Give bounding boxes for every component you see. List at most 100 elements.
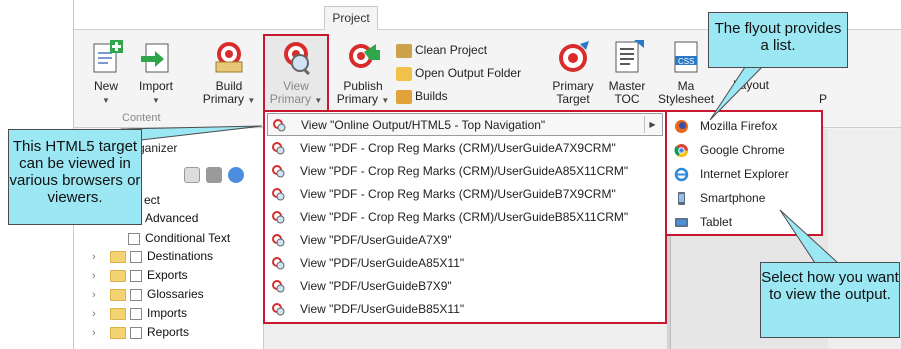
- import-button[interactable]: Import ▼: [132, 40, 180, 107]
- callout-select-output: Select how you want to view the output.: [760, 262, 900, 338]
- build-target-icon: [215, 42, 243, 73]
- tree-root[interactable]: ect: [144, 191, 160, 209]
- browser-flyout-menu: Mozilla Firefox Google Chrome Internet E…: [665, 110, 823, 236]
- clean-project-button[interactable]: Clean Project: [396, 40, 487, 60]
- master-stylesheet-button[interactable]: CSS Ma Stylesheet: [658, 40, 714, 106]
- flyout-item-label: Tablet: [700, 215, 733, 229]
- folder-icon: [110, 288, 126, 301]
- menu-item-label: View "PDF/UserGuideB85X11": [300, 302, 465, 316]
- checkbox[interactable]: [130, 288, 142, 301]
- view-primary-button[interactable]: View Primary ▼: [265, 40, 327, 107]
- flyout-item-label: Google Chrome: [700, 143, 785, 157]
- publish-primary-button[interactable]: Publish Primary ▼: [332, 40, 394, 107]
- master-toc-icon: [615, 40, 644, 73]
- view-target-icon: [272, 142, 285, 155]
- menu-item-view-pdf-crm-b85x11[interactable]: View "PDF - Crop Reg Marks (CRM)/UserGui…: [267, 206, 663, 229]
- tree-item-destinations[interactable]: › Destinations: [92, 247, 213, 265]
- open-output-folder-button[interactable]: Open Output Folder: [396, 63, 521, 83]
- primary-target-icon: [559, 41, 589, 72]
- folder-icon: [396, 66, 412, 81]
- menu-item-label: View "PDF/UserGuideA85X11": [300, 256, 465, 270]
- view-target-icon: [272, 234, 285, 247]
- tree-item-exports[interactable]: › Exports: [92, 266, 188, 284]
- chevron-right-icon[interactable]: ›: [92, 305, 104, 323]
- toolbar-refresh-icon[interactable]: [228, 167, 244, 183]
- smartphone-icon: [678, 192, 685, 205]
- flyout-item-chrome[interactable]: Google Chrome: [670, 139, 820, 162]
- chevron-right-icon[interactable]: ›: [92, 267, 104, 285]
- chevron-right-icon[interactable]: ▶: [644, 116, 660, 133]
- flyout-item-internet-explorer[interactable]: Internet Explorer: [670, 163, 820, 186]
- clean-project-label: Clean Project: [415, 43, 488, 57]
- new-label: New: [93, 79, 118, 93]
- new-document-icon: [93, 40, 123, 73]
- publish-target-icon: [349, 44, 380, 68]
- checkbox[interactable]: [130, 269, 142, 282]
- menu-item-view-pdf-crm-a85x11[interactable]: View "PDF - Crop Reg Marks (CRM)/UserGui…: [267, 160, 663, 183]
- builds-button[interactable]: Builds: [396, 86, 448, 106]
- view-target-icon: [272, 303, 285, 316]
- toolbar-settings-icon[interactable]: [206, 167, 222, 183]
- menu-item-label: View "PDF - Crop Reg Marks (CRM)/UserGui…: [300, 187, 616, 201]
- tree-item-imports[interactable]: › Imports: [92, 304, 187, 322]
- import-icon: [141, 43, 169, 73]
- new-button[interactable]: New ▼: [86, 40, 126, 107]
- flyout-item-label: Mozilla Firefox: [700, 119, 778, 133]
- checkbox[interactable]: [130, 326, 142, 339]
- chevron-right-icon[interactable]: ›: [92, 324, 104, 342]
- svg-text:CSS: CSS: [678, 57, 694, 66]
- primary-target-button[interactable]: Primary Target: [548, 40, 598, 106]
- menu-item-view-pdf-a85x11[interactable]: View "PDF/UserGuideA85X11": [267, 252, 663, 275]
- menu-item-label: View "PDF - Crop Reg Marks (CRM)/UserGui…: [300, 164, 629, 178]
- toolbar-button-icon[interactable]: [184, 167, 200, 183]
- flyout-item-firefox[interactable]: Mozilla Firefox: [670, 115, 820, 138]
- view-label-2: Primary: [269, 92, 312, 106]
- menu-item-label: View "PDF/UserGuideB7X9": [300, 279, 452, 293]
- group-label-content: Content: [122, 112, 161, 124]
- import-label: Import: [138, 79, 173, 93]
- tree-item-glossaries[interactable]: › Glossaries: [92, 285, 204, 303]
- tree-item-reports[interactable]: › Reports: [92, 323, 189, 341]
- master-stylesheet-icon: CSS: [674, 41, 698, 73]
- chevron-down-icon: ▼: [102, 96, 110, 105]
- menu-item-view-pdf-b85x11[interactable]: View "PDF/UserGuideB85X11": [267, 298, 663, 321]
- tree-item-conditional-text[interactable]: Conditional Text: [128, 229, 230, 247]
- folder-icon: [110, 269, 126, 282]
- menu-item-view-pdf-crm-a7x9[interactable]: View "PDF - Crop Reg Marks (CRM)/UserGui…: [267, 137, 663, 160]
- chevron-right-icon[interactable]: ›: [92, 286, 104, 304]
- menu-item-view-html5[interactable]: View "Online Output/HTML5 - Top Navigati…: [267, 113, 663, 136]
- menu-item-view-pdf-a7x9[interactable]: View "PDF/UserGuideA7X9": [267, 229, 663, 252]
- flyout-item-label: Internet Explorer: [700, 167, 789, 181]
- tab-project[interactable]: Project: [324, 6, 378, 31]
- build-label-2: Primary: [202, 92, 245, 106]
- publish-label-2: Primary: [336, 92, 379, 106]
- view-target-icon: [272, 188, 285, 201]
- layout-button[interactable]: Layout: [726, 79, 776, 92]
- master-toc-label-2: TOC: [614, 92, 640, 106]
- firefox-icon: [675, 120, 688, 133]
- checkbox[interactable]: [128, 232, 140, 245]
- menu-item-view-pdf-b7x9[interactable]: View "PDF/UserGuideB7X9": [267, 275, 663, 298]
- callout-flyout-provides-list: The flyout provides a list.: [708, 12, 848, 68]
- chevron-right-icon[interactable]: ›: [92, 248, 104, 266]
- view-target-icon: [272, 165, 285, 178]
- callout-html5-target: This HTML5 target can be viewed in vario…: [8, 129, 142, 225]
- folder-icon: [110, 307, 126, 320]
- clean-project-icon: [396, 43, 412, 58]
- ribbon-overflow-label: P: [818, 92, 827, 106]
- open-output-folder-label: Open Output Folder: [415, 66, 522, 80]
- menu-item-label: View "PDF - Crop Reg Marks (CRM)/UserGui…: [300, 210, 629, 224]
- build-primary-button[interactable]: Build Primary ▼: [198, 40, 260, 107]
- view-target-icon: [272, 211, 285, 224]
- chevron-down-icon: ▼: [314, 96, 323, 105]
- chevron-down-icon: ▼: [152, 96, 160, 105]
- organizer-toolbar: [184, 165, 262, 187]
- view-target-icon: [273, 119, 286, 132]
- master-toc-button[interactable]: Master TOC: [604, 40, 650, 106]
- checkbox[interactable]: [130, 250, 142, 263]
- flyout-item-tablet[interactable]: Tablet: [670, 211, 820, 234]
- checkbox[interactable]: [130, 307, 142, 320]
- flyout-item-label: Smartphone: [700, 191, 766, 205]
- flyout-item-smartphone[interactable]: Smartphone: [670, 187, 820, 210]
- menu-item-view-pdf-crm-b7x9[interactable]: View "PDF - Crop Reg Marks (CRM)/UserGui…: [267, 183, 663, 206]
